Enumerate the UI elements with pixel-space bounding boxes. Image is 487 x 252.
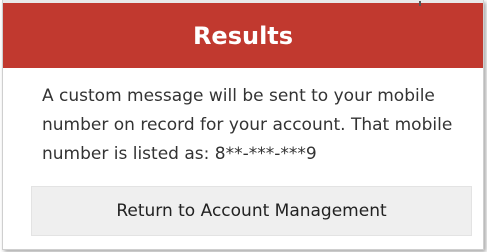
- results-title: Results: [192, 22, 294, 50]
- return-to-account-management-button[interactable]: Return to Account Management: [31, 186, 472, 236]
- results-panel: Results A custom message will be sent to…: [2, 0, 484, 250]
- results-header: Results: [3, 0, 483, 68]
- header-tick-mark: [419, 1, 421, 6]
- results-message: A custom message will be sent to your mo…: [42, 86, 453, 164]
